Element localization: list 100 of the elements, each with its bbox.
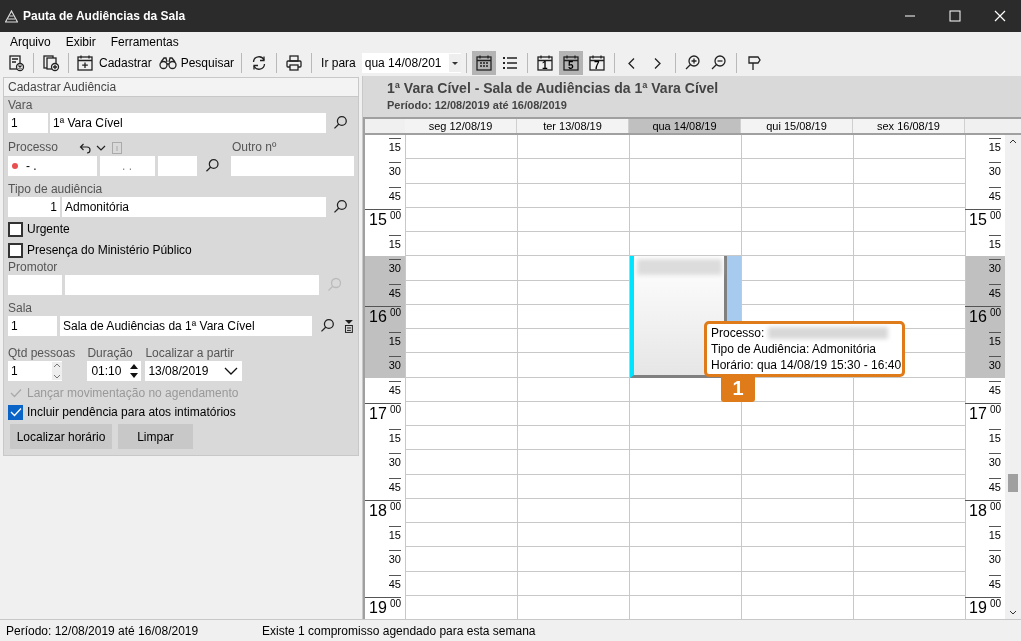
pesquisar-button[interactable]: Pesquisar — [155, 51, 237, 75]
day-count-button[interactable]: 1 — [532, 51, 557, 75]
input-field[interactable]: Admonitória — [62, 197, 327, 217]
minute-label: 30 — [988, 162, 1001, 179]
duration-spinner[interactable]: 01:10 — [87, 361, 142, 381]
menu-item[interactable]: Ferramentas — [110, 34, 179, 50]
tooltip-text: Tipo de Audiência: Admonitória — [711, 341, 876, 357]
minute-label: 45 — [988, 574, 1001, 591]
callout-badge: 1 — [721, 374, 755, 402]
checkbox[interactable] — [8, 404, 23, 420]
status-message: Existe 1 compromisso agendado para esta semana — [262, 622, 536, 640]
calendar-icon — [561, 54, 580, 72]
minute-label: 45 — [988, 283, 1001, 300]
previous-icon — [628, 57, 636, 69]
minute-label: 15 — [388, 138, 401, 154]
checkbox[interactable] — [8, 242, 23, 258]
search-icon[interactable] — [333, 115, 349, 131]
process-number-field[interactable]: - . — [8, 156, 97, 176]
outro-field[interactable] — [231, 156, 354, 176]
menu-item[interactable]: Exibir — [65, 34, 96, 50]
field-label: Promotor — [8, 260, 59, 275]
checkmark-icon — [9, 407, 22, 417]
checkbox-label: Incluir pendência para atos intimatórios — [27, 404, 236, 421]
quantity-spinner[interactable]: 1 — [8, 361, 62, 381]
calendar-cancel-icon — [7, 54, 25, 72]
checkbox-label: Lançar movimentação no agendamento — [27, 385, 239, 402]
field-label: Localizar a partir — [145, 346, 236, 361]
filter-icon[interactable] — [344, 319, 354, 333]
schedule-title: 1ª Vara Cível - Sala de Audiências da 1ª Vara Cível — [386, 79, 720, 97]
minute-label: 30 — [388, 550, 401, 567]
day-count-button[interactable]: 7 — [584, 51, 609, 75]
calendar-icon — [587, 54, 606, 72]
app-logo-icon — [5, 9, 18, 23]
minute-label: 45 — [988, 380, 1001, 397]
maximize-icon[interactable] — [949, 10, 961, 22]
spinner-arrows-icon — [129, 362, 140, 380]
calendar-add-icon — [76, 54, 96, 72]
search-icon[interactable] — [333, 199, 349, 215]
close-icon[interactable] — [994, 10, 1006, 22]
date-value: qua 14/08/201 — [364, 55, 443, 72]
input-field[interactable]: Sala de Audiências da 1ª Vara Cível — [60, 316, 313, 336]
day-count-button[interactable]: 5 — [558, 51, 583, 75]
input-field[interactable] — [65, 275, 319, 295]
minute-label: 15 — [388, 526, 401, 542]
panel-title: Cadastrar Audiência — [3, 77, 359, 97]
minute-label: 15 — [988, 526, 1001, 542]
chevron-down-icon — [223, 365, 240, 377]
period-label: Período: 12/08/2019 até 16/08/2019 — [386, 98, 568, 113]
menu-item[interactable]: Arquivo — [10, 34, 51, 50]
week-view-button[interactable] — [471, 51, 496, 75]
zoom-out-icon — [709, 54, 728, 72]
status-period: Período: 12/08/2019 até 16/08/2019 — [5, 622, 200, 640]
minute-label: 30 — [388, 356, 401, 373]
input-field[interactable] — [8, 275, 62, 295]
go-to-label: Ir para — [321, 55, 356, 72]
date-picker[interactable]: 13/08/2019 — [145, 361, 243, 381]
field-label: Sala — [8, 301, 34, 316]
week-view-icon — [474, 54, 493, 72]
minute-label: 45 — [388, 186, 401, 203]
minute-label: 30 — [388, 453, 401, 470]
checkbox[interactable] — [8, 221, 23, 237]
input-field[interactable] — [157, 156, 197, 176]
document-add-icon — [42, 54, 60, 72]
date-dropdown[interactable]: qua 14/08/201 — [361, 53, 461, 73]
field-label: Tipo de audiência — [8, 182, 104, 197]
calendar-icon — [535, 54, 554, 72]
minute-label: 15 — [988, 332, 1001, 348]
field-label: Qtd pessoas — [8, 346, 76, 361]
minute-label: 30 — [988, 356, 1001, 373]
print-icon — [285, 54, 304, 72]
minute-label: 30 — [388, 259, 401, 276]
cadastrar-button[interactable]: Cadastrar — [74, 51, 154, 75]
minute-label: 45 — [388, 477, 401, 494]
form-button[interactable]: Limpar — [118, 424, 193, 449]
minute-label: 30 — [388, 162, 401, 179]
minute-label: 15 — [388, 429, 401, 445]
input-field[interactable]: 1 — [8, 316, 57, 336]
window-title: Pauta de Audiências da Sala — [23, 8, 186, 25]
search-icon[interactable] — [320, 318, 337, 334]
undo-icon[interactable] — [78, 141, 92, 154]
scroll-thumb[interactable] — [1008, 474, 1018, 492]
zoom-in-icon — [683, 54, 702, 72]
minute-label: 45 — [988, 186, 1001, 203]
status-dot-icon — [12, 163, 18, 169]
input-field[interactable]: 1ª Vara Cível — [50, 113, 327, 133]
list-view-icon — [500, 54, 519, 72]
input-field[interactable]: . . — [99, 156, 155, 176]
minute-label: 15 — [988, 138, 1001, 154]
spinner-arrows-icon — [52, 362, 62, 380]
scrollbar[interactable] — [1005, 135, 1021, 619]
minute-label: 15 — [988, 235, 1001, 251]
search-icon[interactable] — [204, 158, 220, 174]
input-field[interactable]: 1 — [8, 113, 48, 133]
form-button[interactable]: Localizar horário — [10, 424, 112, 449]
next-icon — [654, 57, 662, 69]
input-field[interactable]: 1 — [8, 197, 60, 217]
minute-label: 15 — [988, 429, 1001, 445]
day-header[interactable]: qua 14/08/19 — [629, 119, 741, 133]
minute-label: 30 — [988, 259, 1001, 276]
checkbox-label: Urgente — [27, 221, 70, 238]
